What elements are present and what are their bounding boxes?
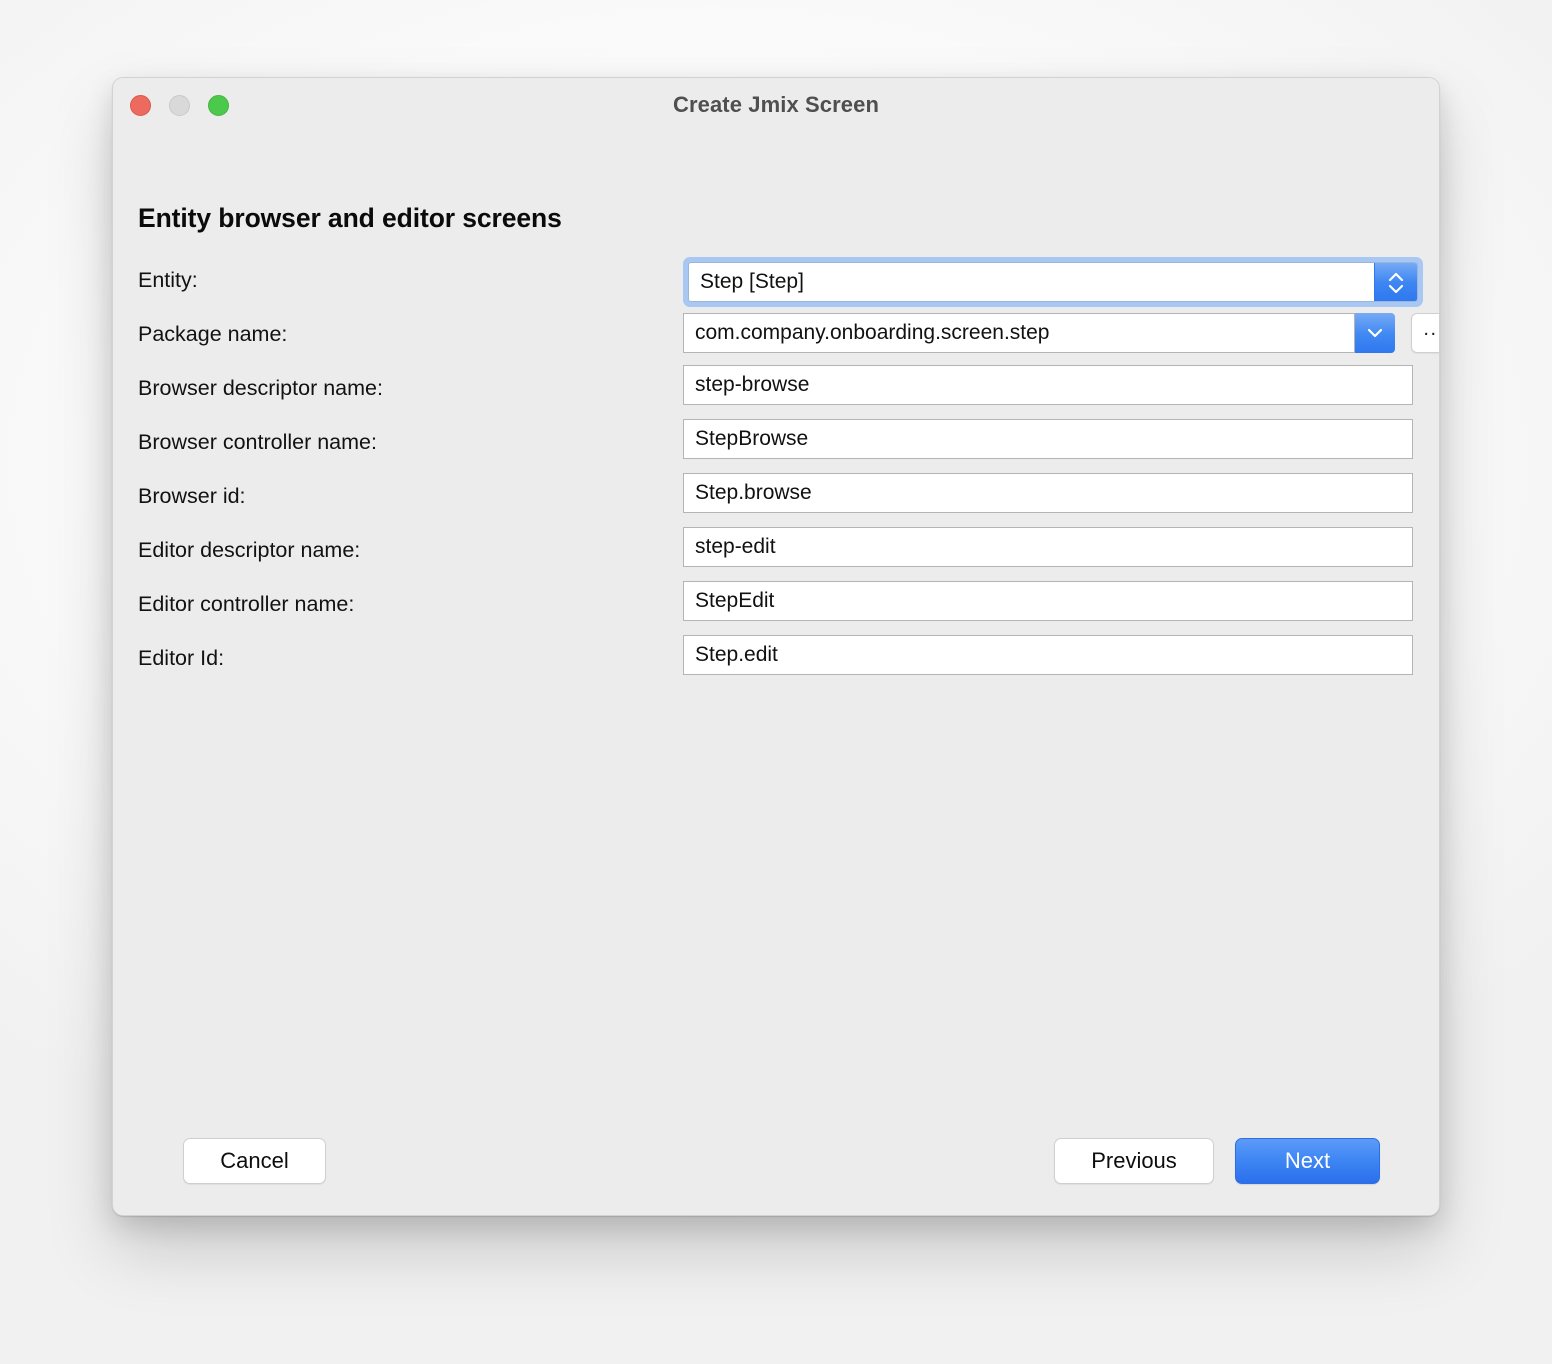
label-browser-descriptor-name: Browser descriptor name: [138, 376, 383, 400]
entity-combo-value: Step [Step] [700, 270, 804, 293]
package-name-input[interactable]: com.company.onboarding.screen.step [683, 313, 1355, 353]
browser-descriptor-name-input[interactable]: step-browse [683, 365, 1413, 405]
editor-id-input[interactable]: Step.edit [683, 635, 1413, 675]
package-name-combo: com.company.onboarding.screen.step ... [683, 311, 1439, 355]
package-name-value: com.company.onboarding.screen.step [695, 321, 1050, 344]
chevron-down-icon[interactable] [1355, 313, 1395, 353]
field-browser-id: Step.browse [683, 473, 1413, 513]
entity-combo-inner[interactable]: Step [Step] [688, 262, 1418, 302]
field-editor-controller-name: StepEdit [683, 581, 1413, 621]
page-title: Entity browser and editor screens [138, 203, 562, 233]
field-entity: Step [Step] [683, 257, 1423, 307]
browser-controller-name-input[interactable]: StepBrowse [683, 419, 1413, 459]
field-browser-controller-name: StepBrowse [683, 419, 1413, 459]
label-browser-controller-name: Browser controller name: [138, 430, 377, 454]
field-editor-id: Step.edit [683, 635, 1413, 675]
label-browser-id: Browser id: [138, 484, 246, 508]
dialog-footer: Cancel Previous Next [113, 1138, 1439, 1184]
label-editor-controller-name: Editor controller name: [138, 592, 355, 616]
desktop-backdrop: Create Jmix Screen Entity browser and ed… [0, 0, 1552, 1364]
window-title: Create Jmix Screen [672, 92, 880, 117]
chevron-up-down-icon[interactable] [1374, 263, 1417, 301]
form-row-editor-id: Editor Id: Step.edit [113, 635, 1439, 689]
next-button[interactable]: Next [1235, 1138, 1380, 1184]
entity-combo[interactable]: Step [Step] [683, 257, 1423, 307]
form-row-browser-id: Browser id: Step.browse [113, 473, 1439, 527]
field-package-name: com.company.onboarding.screen.step ... [683, 311, 1439, 355]
title-bar[interactable]: Create Jmix Screen [113, 78, 1439, 130]
label-entity: Entity: [138, 268, 198, 292]
form-row-browser-descriptor-name: Browser descriptor name: step-browse [113, 365, 1439, 419]
browser-id-input[interactable]: Step.browse [683, 473, 1413, 513]
label-editor-descriptor-name: Editor descriptor name: [138, 538, 361, 562]
form-row-browser-controller-name: Browser controller name: StepBrowse [113, 419, 1439, 473]
cancel-button[interactable]: Cancel [183, 1138, 326, 1184]
previous-button[interactable]: Previous [1054, 1138, 1214, 1184]
form-row-entity: Entity: Step [Step] [113, 257, 1439, 311]
dialog-content: Entity browser and editor screens Entity… [113, 130, 1439, 1215]
wizard-form: Entity: Step [Step] Package name: com.co… [113, 257, 1439, 689]
form-row-package-name: Package name: com.company.onboarding.scr… [113, 311, 1439, 365]
field-browser-descriptor-name: step-browse [683, 365, 1413, 405]
editor-descriptor-name-input[interactable]: step-edit [683, 527, 1413, 567]
field-editor-descriptor-name: step-edit [683, 527, 1413, 567]
create-jmix-screen-dialog: Create Jmix Screen Entity browser and ed… [112, 77, 1440, 1216]
editor-controller-name-input[interactable]: StepEdit [683, 581, 1413, 621]
browse-package-button[interactable]: ... [1411, 313, 1439, 353]
form-row-editor-controller-name: Editor controller name: StepEdit [113, 581, 1439, 635]
label-package-name: Package name: [138, 322, 288, 346]
form-row-editor-descriptor-name: Editor descriptor name: step-edit [113, 527, 1439, 581]
label-editor-id: Editor Id: [138, 646, 225, 670]
